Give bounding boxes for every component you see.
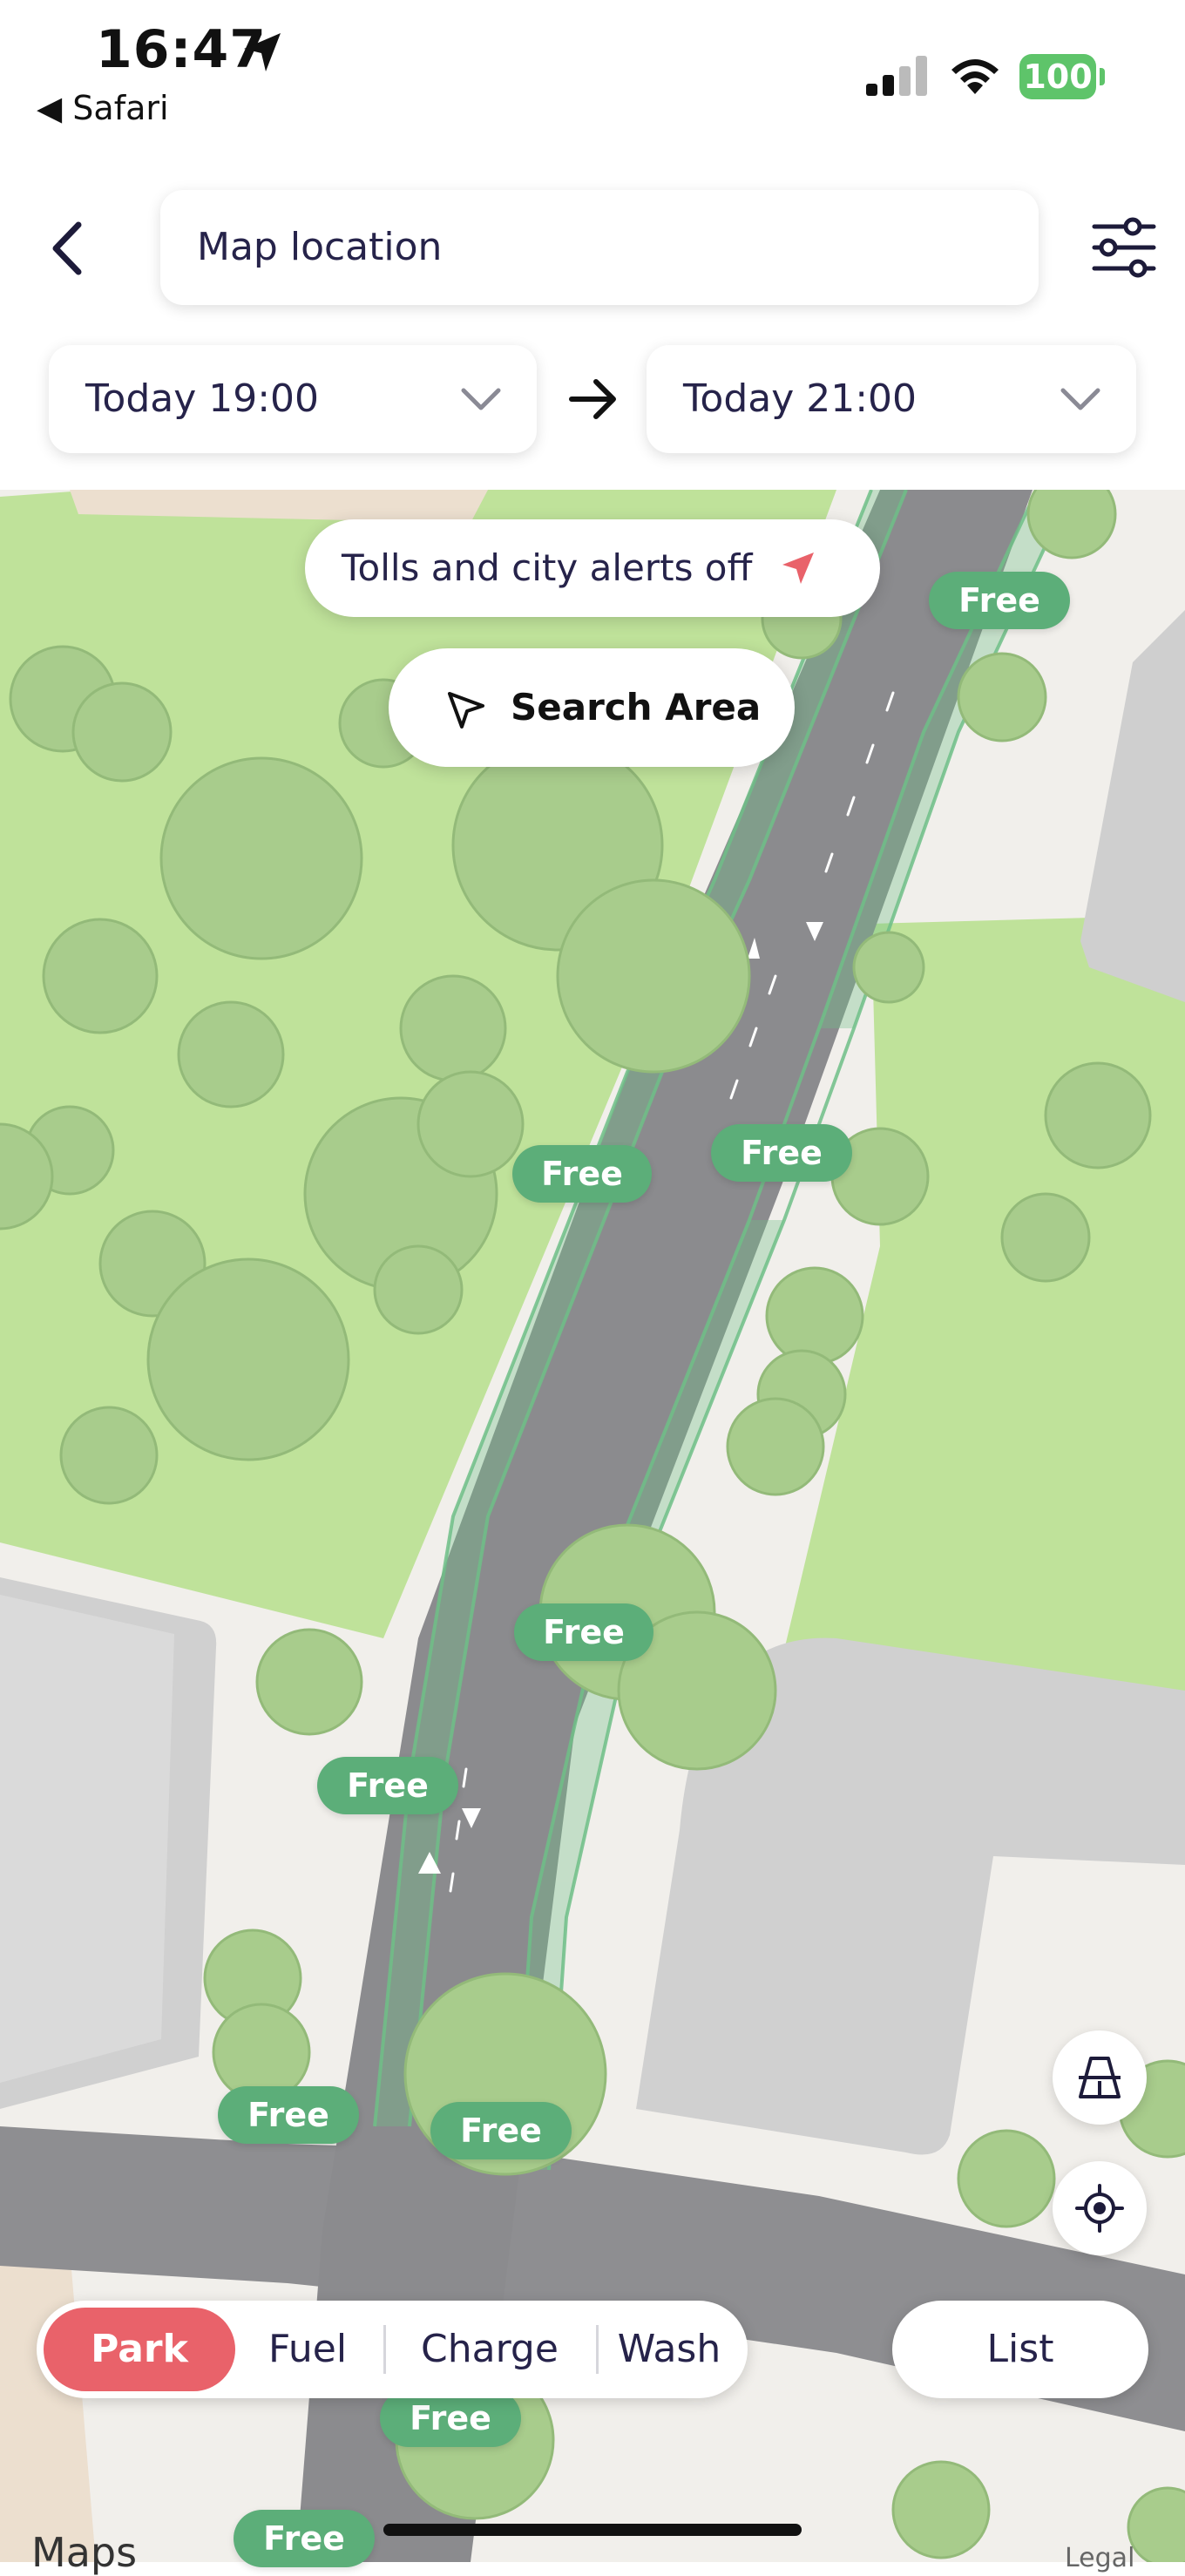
alerts-pill-label: Tolls and city alerts off [342,546,753,589]
category-segmented-control: Park Fuel Charge Wash [37,2301,748,2398]
filter-settings-icon[interactable] [1089,213,1159,282]
tab-wash[interactable]: Wash [599,2301,739,2398]
home-indicator [383,2524,802,2536]
battery-indicator: 100 [1019,54,1096,99]
maps-logo-text: Maps [31,2529,138,2576]
map-canvas[interactable] [0,490,1185,2562]
search-area-button[interactable]: Search Area [389,648,795,767]
end-time-select[interactable]: Today 21:00 [647,345,1136,453]
free-parking-marker[interactable]: Free [514,1603,653,1661]
free-parking-marker[interactable]: Free [512,1145,652,1203]
apple-maps-attribution[interactable]: Maps [31,2529,137,2576]
free-parking-marker[interactable]: Free [430,2102,572,2159]
free-parking-marker[interactable]: Free [711,1124,852,1182]
start-time-select[interactable]: Today 19:00 [49,345,537,453]
chevron-down-icon [1060,388,1100,410]
locate-crosshair-icon [1075,2184,1124,2233]
chevron-down-icon [461,388,501,410]
free-parking-marker[interactable]: Free [317,1757,458,1814]
alert-arrow-icon [782,552,814,584]
battery-level: 100 [1023,58,1093,96]
wifi-icon [951,59,999,94]
segment-divider [383,2325,386,2374]
battery-cap [1100,68,1105,85]
start-time-label: Today 19:00 [85,376,320,421]
map-location-input[interactable]: Map location [160,190,1039,305]
free-parking-marker[interactable]: Free [234,2510,375,2567]
search-area-label: Search Area [511,686,762,729]
tab-charge[interactable]: Charge [387,2301,592,2398]
cellular-signal-icon [866,54,927,96]
map-view[interactable] [0,490,1185,2562]
road-icon [1079,2057,1121,2098]
arrow-right-icon [569,379,616,419]
tab-fuel[interactable]: Fuel [242,2301,373,2398]
tab-park[interactable]: Park [44,2308,235,2391]
cursor-arrow-icon [448,692,484,729]
end-time-label: Today 21:00 [683,376,918,421]
back-chevron-icon[interactable] [44,218,92,279]
back-to-safari-link[interactable]: ◀ Safari [37,89,169,127]
tolls-alerts-toggle[interactable]: Tolls and city alerts off [305,519,880,617]
free-parking-marker[interactable]: Free [929,572,1070,629]
road-view-button[interactable] [1053,2030,1147,2125]
segment-divider [596,2325,599,2374]
my-location-button[interactable] [1053,2161,1147,2255]
location-arrow-icon [244,33,281,71]
list-view-button[interactable]: List [892,2301,1148,2398]
legal-link[interactable]: Legal [1065,2543,1134,2573]
free-parking-marker[interactable]: Free [218,2086,359,2144]
